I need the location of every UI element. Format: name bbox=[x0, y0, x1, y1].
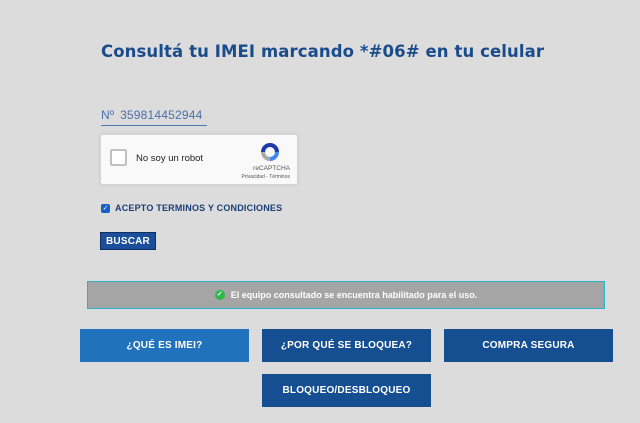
imei-input[interactable]: Nº 359814452944 bbox=[101, 105, 207, 126]
check-circle-icon: ✓ bbox=[214, 290, 225, 300]
terms-label: ACEPTO TERMINOS Y CONDICIONES bbox=[115, 203, 283, 213]
imei-prefix: Nº bbox=[101, 108, 115, 122]
terms-checkbox-row[interactable]: ✓ ACEPTO TERMINOS Y CONDICIONES bbox=[101, 203, 282, 213]
recaptcha-links[interactable]: Privacidad - Términos bbox=[241, 174, 290, 180]
imei-value[interactable]: 359814452944 bbox=[120, 108, 203, 122]
recaptcha-label: No soy un robot bbox=[136, 153, 204, 164]
block-unblock-button[interactable]: BLOQUEO/DESBLOQUEO bbox=[262, 374, 431, 407]
checkmark-icon[interactable]: ✓ bbox=[101, 203, 110, 213]
recaptcha-brand: reCAPTCHA bbox=[253, 165, 290, 172]
recaptcha-logo-icon bbox=[261, 143, 279, 161]
safe-purchase-button[interactable]: COMPRA SEGURA bbox=[444, 329, 613, 362]
result-message: El equipo consultado se encuentra habili… bbox=[230, 290, 478, 300]
why-blocked-button[interactable]: ¿POR QUÉ SE BLOQUEA? bbox=[262, 329, 431, 362]
result-banner: ✓ El equipo consultado se encuentra habi… bbox=[87, 281, 605, 309]
what-is-imei-button[interactable]: ¿QUÉ ES IMEI? bbox=[80, 329, 249, 362]
recaptcha-checkbox[interactable] bbox=[110, 149, 127, 166]
page-title: Consultá tu IMEI marcando *#06# en tu ce… bbox=[101, 42, 545, 61]
search-button[interactable]: BUSCAR bbox=[100, 232, 156, 250]
recaptcha-widget: No soy un robot reCAPTCHA Privacidad - T… bbox=[100, 134, 298, 185]
